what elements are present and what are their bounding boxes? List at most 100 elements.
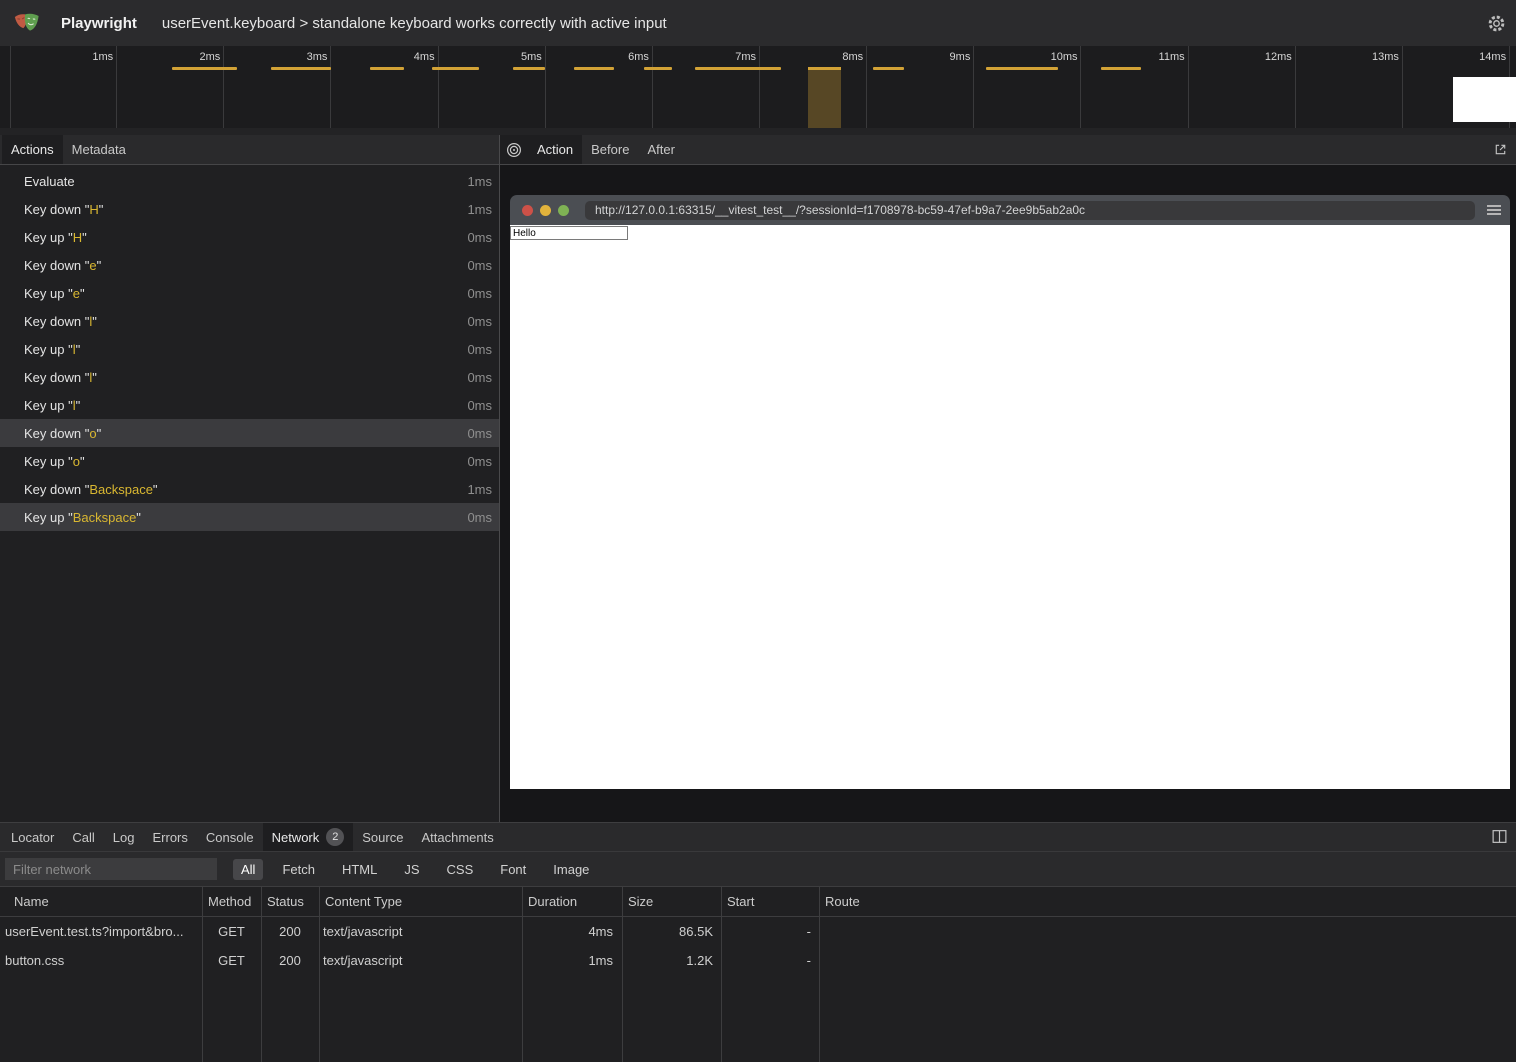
tab-attachments[interactable]: Attachments [412,823,502,851]
tab-before[interactable]: Before [582,135,638,164]
timeline-action-tick[interactable] [644,67,672,70]
action-row[interactable]: Key up "Backspace"0ms [0,503,499,531]
timeline-action-tick[interactable] [873,67,904,70]
timeline-cell: 11ms [1082,46,1189,128]
tab-actions[interactable]: Actions [2,135,63,164]
filter-chip-font[interactable]: Font [492,859,534,880]
tab-action[interactable]: Action [528,135,582,164]
tab-source[interactable]: Source [353,823,412,851]
timeline-cell: 12ms [1189,46,1296,128]
filter-chip-html[interactable]: HTML [334,859,385,880]
timeline-tick-label: 12ms [1265,51,1292,63]
tab-console[interactable]: Console [197,823,263,851]
timeline-tick-label: 5ms [521,51,542,63]
network-filter-input[interactable] [5,858,217,880]
tab-label: Errors [152,830,187,845]
action-row[interactable]: Key down "l"0ms [0,307,499,335]
timeline-cell: 7ms [653,46,760,128]
film-strip-thumbnail[interactable] [1453,77,1516,122]
timeline-tick-label: 10ms [1051,51,1078,63]
action-row[interactable]: Key up "l" 0ms [0,391,499,419]
timeline-tick-label: 13ms [1372,51,1399,63]
action-row[interactable]: Key up "H"0ms [0,223,499,251]
action-key-value: o [89,426,96,441]
layout-columns-icon[interactable] [1491,828,1508,850]
app-title: Playwright [61,15,137,32]
action-row[interactable]: Key down "Backspace"1ms [0,475,499,503]
timeline-action-tick[interactable] [172,67,237,70]
network-count-badge: 2 [326,828,344,846]
action-row[interactable]: Key down "H"1ms [0,195,499,223]
action-row[interactable]: Key up "e"0ms [0,279,499,307]
timeline-tick-label: 1ms [92,51,113,63]
tab-locator[interactable]: Locator [2,823,63,851]
gear-icon[interactable] [1487,14,1506,33]
action-row[interactable]: Key up "l"0ms [0,335,499,363]
action-row[interactable]: Key down "o"0ms [0,419,499,447]
timeline-action-tick[interactable] [574,67,615,70]
timeline-action-tick[interactable] [513,67,545,70]
action-title: Key down "H" [24,202,103,217]
filter-chip-js[interactable]: JS [396,859,427,880]
timeline-cell: 13ms [1296,46,1403,128]
tab-metadata[interactable]: Metadata [63,135,135,164]
action-title: Evaluate [24,174,75,189]
trace-viewer-app: Playwright userEvent.keyboard > standalo… [0,0,1516,1062]
filter-chip-image[interactable]: Image [545,859,597,880]
tab-errors[interactable]: Errors [143,823,196,851]
action-row[interactable]: Key down "l"0ms [0,363,499,391]
action-duration: 0ms [467,398,492,413]
tab-log[interactable]: Log [104,823,144,851]
tab-label: Actions [11,142,54,157]
timeline-action-tick[interactable] [432,67,479,70]
action-title: Key up "e" [24,286,85,301]
timeline-action-tick[interactable] [1101,67,1142,70]
action-title: Key up "Backspace" [24,510,141,525]
timeline-cell: 6ms [546,46,653,128]
action-row[interactable]: Key down "e"0ms [0,251,499,279]
filter-chip-fetch[interactable]: Fetch [274,859,323,880]
tab-call[interactable]: Call [63,823,103,851]
timeline-action-tick[interactable] [271,67,331,70]
network-col-status: Status [261,887,319,916]
network-cell: 4ms [522,917,622,946]
network-cell: - [721,946,819,975]
timeline-tick-label: 3ms [307,51,328,63]
pick-locator-icon[interactable] [500,135,528,164]
filter-chip-css[interactable]: CSS [439,859,482,880]
tab-label: Network [272,830,320,845]
timeline-selected-range-body[interactable] [808,70,841,128]
tab-label: Before [591,142,629,157]
timeline-action-tick[interactable] [370,67,404,70]
snapshot-text-input[interactable] [510,226,628,240]
playwright-logo-icon [13,9,41,37]
tab-label: Source [362,830,403,845]
network-table-row[interactable]: userEvent.test.ts?import&bro...GET200tex… [0,917,1516,946]
action-row[interactable]: Key up "o"0ms [0,447,499,475]
traffic-light-red-icon [522,205,533,216]
open-snapshot-external-icon[interactable] [1493,135,1508,164]
action-title: Key up "l" [24,398,80,413]
network-header-row: NameMethodStatusContent TypeDurationSize… [0,887,1516,917]
browser-title-bar: http://127.0.0.1:63315/__vitest_test__/?… [510,195,1510,225]
timeline-action-tick[interactable] [695,67,782,70]
tab-network[interactable]: Network 2 [263,823,354,851]
network-col-start: Start [721,887,819,916]
action-row[interactable]: Evaluate1ms [0,167,499,195]
network-table-row[interactable]: button.cssGET200text/javascript1ms1.2K- [0,946,1516,975]
network-table: NameMethodStatusContent TypeDurationSize… [0,886,1516,1062]
timeline[interactable]: 1ms2ms3ms4ms5ms6ms7ms8ms9ms10ms11ms12ms1… [0,46,1516,128]
network-cell: 200 [261,917,319,946]
action-key-value: H [89,202,98,217]
browser-url-text: http://127.0.0.1:63315/__vitest_test__/?… [595,203,1085,217]
timeline-cell: 1ms [10,46,117,128]
timeline-action-tick[interactable] [986,67,1058,70]
timeline-tick-label: 11ms [1159,51,1185,63]
timeline-cell: 2ms [117,46,224,128]
tab-after[interactable]: After [638,135,683,164]
timeline-tick-label: 6ms [628,51,649,63]
network-cell: button.css [0,946,202,975]
traffic-light-yellow-icon [540,205,551,216]
filter-chip-all[interactable]: All [233,859,263,880]
tab-label: Attachments [421,830,493,845]
